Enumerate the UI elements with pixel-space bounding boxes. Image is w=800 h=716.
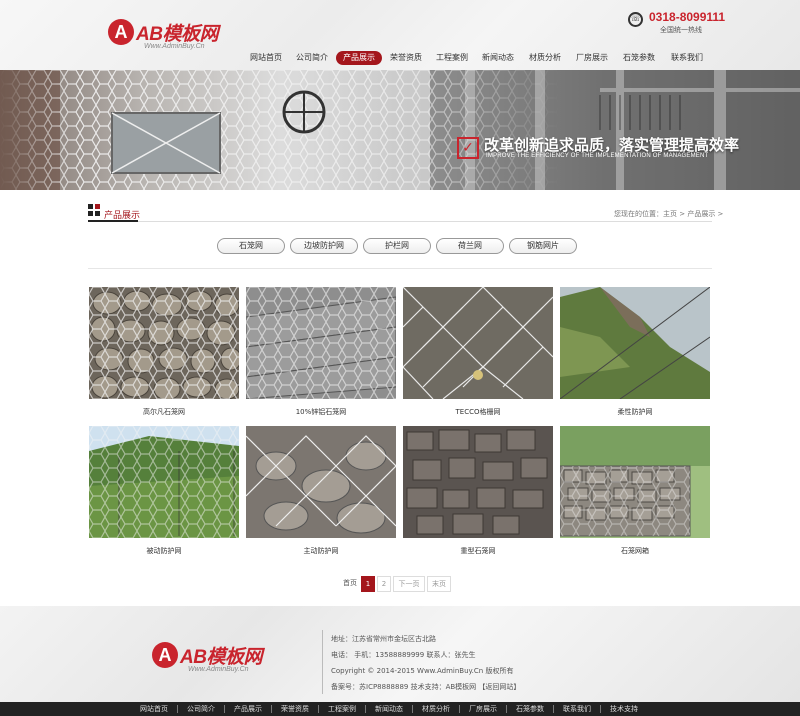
main-nav: 网站首页 公司简介 产品展示 荣誉资质 工程案例 新闻动态 材质分析 厂房展示 …: [244, 51, 712, 65]
site-logo[interactable]: A AB模板网 Www.AdminBuy.Cn: [108, 17, 238, 53]
footer-nav-separator: [224, 705, 225, 713]
footer-nav-separator: [318, 705, 319, 713]
footer-logo-mark: A: [152, 642, 178, 668]
logo-text: AB模板网: [136, 24, 218, 45]
nav-item-about[interactable]: 公司简介: [290, 51, 334, 65]
nav-item-cases[interactable]: 工程案例: [430, 51, 474, 65]
product-name[interactable]: 被动防护网: [89, 546, 239, 556]
footer-nav-separator: [271, 705, 272, 713]
footer-nav-honors[interactable]: 荣誉资质: [281, 702, 309, 716]
product-card[interactable]: 柔性防护网: [560, 287, 710, 417]
footer-copyright: Copyright © 2014-2015 Www.AdminBuy.Cn 版权…: [331, 667, 514, 675]
footer-nav-cases[interactable]: 工程案例: [328, 702, 356, 716]
product-image[interactable]: [560, 426, 710, 538]
breadcrumb[interactable]: 您现在的位置：主页 > 产品展示 >: [614, 209, 723, 219]
footer-nav: 网站首页 公司简介 产品展示 荣誉资质 工程案例 新闻动态 材质分析 厂房展示 …: [0, 702, 800, 716]
hotline-label: 全国统一热线: [660, 26, 702, 34]
footer-nav-separator: [506, 705, 507, 713]
phone-icon: ☏: [628, 12, 643, 27]
nav-item-contact[interactable]: 联系我们: [664, 51, 710, 65]
footer-nav-separator: [177, 705, 178, 713]
footer-nav-params[interactable]: 石笼参数: [516, 702, 544, 716]
page-current: 1: [361, 576, 375, 592]
hotline: ☏ 0318-8099111 全国统一热线: [628, 10, 725, 36]
banner-image: [0, 70, 800, 190]
page-next[interactable]: 下一页: [393, 576, 425, 592]
page-first[interactable]: 首页: [341, 576, 359, 592]
check-icon: ✓: [457, 137, 479, 159]
nav-item-factory[interactable]: 厂房展示: [570, 51, 614, 65]
footer-nav-materials[interactable]: 材质分析: [422, 702, 450, 716]
category-fence[interactable]: 护栏网: [363, 238, 431, 254]
product-card[interactable]: 主动防护网: [246, 426, 396, 556]
hero-banner: [0, 70, 800, 190]
footer-nav-separator: [412, 705, 413, 713]
footer-nav-separator: [553, 705, 554, 713]
footer-logo-text: AB模板网: [180, 647, 262, 668]
product-name[interactable]: 石笼网箱: [560, 546, 710, 556]
title-divider: [88, 221, 712, 222]
nav-item-params[interactable]: 石笼参数: [616, 51, 662, 65]
banner-slogan: 改革创新追求品质，落实管理提高效率: [484, 136, 740, 154]
product-image[interactable]: [403, 287, 553, 399]
product-image[interactable]: [403, 426, 553, 538]
footer-info: 地址：江苏省常州市金坛区古北路 电话： 手机：13588889999 联系人：张…: [331, 633, 520, 697]
page-2[interactable]: 2: [377, 576, 391, 592]
footer-nav-separator: [600, 705, 601, 713]
footer-nav-separator: [365, 705, 366, 713]
product-card[interactable]: 被动防护网: [89, 426, 239, 556]
footer-logo[interactable]: A AB模板网 Www.AdminBuy.Cn: [152, 640, 282, 676]
footer-logo-url: Www.AdminBuy.Cn: [188, 666, 249, 673]
footer-nav-news[interactable]: 新闻动态: [375, 702, 403, 716]
product-image[interactable]: [246, 287, 396, 399]
grid-icon: [88, 204, 100, 216]
product-card[interactable]: 重型石笼网: [403, 426, 553, 556]
footer-divider: [322, 630, 323, 694]
title-divider-accent: [88, 220, 138, 222]
footer-nav-factory[interactable]: 厂房展示: [469, 702, 497, 716]
category-rebar-mesh[interactable]: 钢筋网片: [509, 238, 577, 254]
footer-nav-separator: [459, 705, 460, 713]
nav-item-honors[interactable]: 荣誉资质: [384, 51, 428, 65]
product-card[interactable]: 10%锌铝石笼网: [246, 287, 396, 417]
nav-item-news[interactable]: 新闻动态: [476, 51, 520, 65]
category-slope-net[interactable]: 边坡防护网: [290, 238, 358, 254]
category-list: 石笼网 边坡防护网 护栏网 荷兰网 钢筋网片: [217, 238, 582, 254]
nav-item-home[interactable]: 网站首页: [244, 51, 288, 65]
product-card[interactable]: TECCO格栅网: [403, 287, 553, 417]
product-name[interactable]: 柔性防护网: [560, 407, 710, 417]
product-name[interactable]: 主动防护网: [246, 546, 396, 556]
category-holland-net[interactable]: 荷兰网: [436, 238, 504, 254]
category-divider: [88, 268, 712, 269]
logo-url: Www.AdminBuy.Cn: [144, 43, 205, 50]
product-name[interactable]: 重型石笼网: [403, 546, 553, 556]
product-name[interactable]: 10%锌铝石笼网: [246, 407, 396, 417]
footer-contact: 电话： 手机：13588889999 联系人：张先生: [331, 651, 476, 659]
footer-address: 地址：江苏省常州市金坛区古北路: [331, 635, 436, 643]
footer-nav-support[interactable]: 技术支持: [610, 702, 638, 716]
footer-icp[interactable]: 备案号：苏ICP8888889 技术支持：AB模板网 【返回网站】: [331, 681, 520, 697]
product-name[interactable]: 高尔凡石笼网: [89, 407, 239, 417]
product-card[interactable]: 高尔凡石笼网: [89, 287, 239, 417]
footer-nav-home[interactable]: 网站首页: [140, 702, 168, 716]
logo-mark: A: [108, 19, 134, 45]
nav-item-products[interactable]: 产品展示: [336, 51, 382, 65]
pagination: 首页 1 2 下一页 末页: [341, 576, 453, 592]
hotline-number: 0318-8099111: [649, 10, 726, 24]
product-image[interactable]: [560, 287, 710, 399]
page-last[interactable]: 末页: [427, 576, 451, 592]
footer-nav-about[interactable]: 公司简介: [187, 702, 215, 716]
product-name[interactable]: TECCO格栅网: [403, 407, 553, 417]
product-image[interactable]: [246, 426, 396, 538]
product-card[interactable]: 石笼网箱: [560, 426, 710, 556]
product-image[interactable]: [89, 426, 239, 538]
product-image[interactable]: [89, 287, 239, 399]
banner-slogan-en: IMPROVE THE EFFICIENCY OF THE IMPLEMENTA…: [486, 153, 709, 159]
category-gabion[interactable]: 石笼网: [217, 238, 285, 254]
nav-item-materials[interactable]: 材质分析: [522, 51, 568, 65]
footer-nav-contact[interactable]: 联系我们: [563, 702, 591, 716]
footer-nav-products[interactable]: 产品展示: [234, 702, 262, 716]
